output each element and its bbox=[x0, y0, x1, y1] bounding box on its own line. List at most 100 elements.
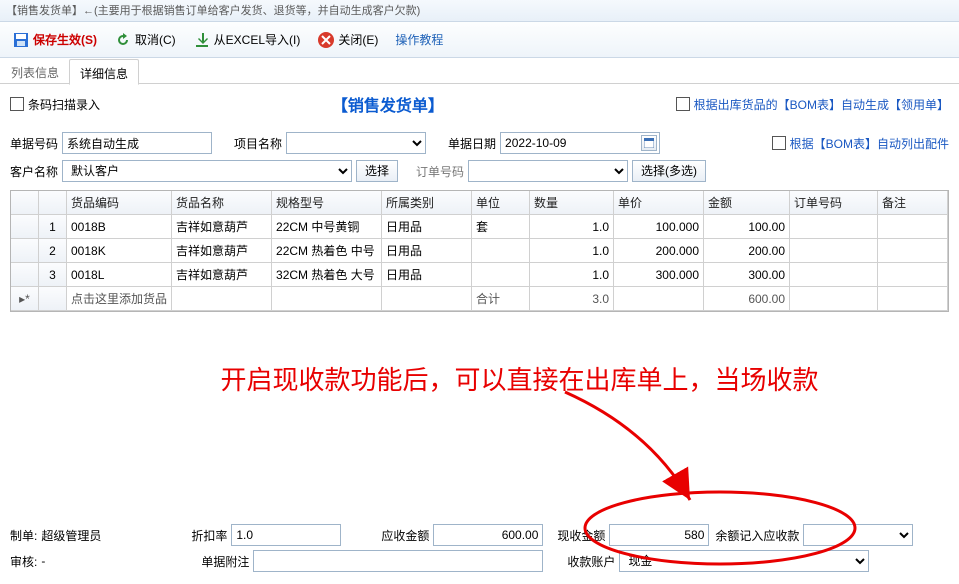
tab-detail-info[interactable]: 详细信息 bbox=[69, 59, 139, 85]
cell-order[interactable] bbox=[790, 215, 878, 239]
col-order[interactable]: 订单号码 bbox=[790, 191, 878, 215]
barcode-scan-label: 条码扫描录入 bbox=[28, 96, 100, 113]
due-amount-input[interactable] bbox=[433, 524, 543, 546]
detail-panel: 条码扫描录入 【销售发货单】 根据出库货品的【BOM表】自动生成【领用单】 单据… bbox=[0, 84, 959, 320]
col-code[interactable]: 货品编码 bbox=[67, 191, 172, 215]
col-name[interactable]: 货品名称 bbox=[172, 191, 272, 215]
bom-auto-gen-checkbox[interactable] bbox=[676, 97, 690, 111]
maker-value: 超级管理员 bbox=[41, 527, 101, 544]
customer-label: 客户名称 bbox=[10, 163, 58, 180]
calendar-icon[interactable] bbox=[641, 135, 657, 151]
doc-date-picker[interactable]: 2022-10-09 bbox=[500, 132, 660, 154]
discount-input[interactable] bbox=[231, 524, 341, 546]
bom-parts-checkbox[interactable] bbox=[772, 136, 786, 150]
account-select[interactable]: 现金 bbox=[619, 550, 869, 572]
doc-no-input[interactable] bbox=[62, 132, 212, 154]
save-icon bbox=[11, 30, 31, 50]
discount-label: 折扣率 bbox=[191, 527, 227, 544]
cell-code[interactable]: 0018L bbox=[67, 263, 172, 287]
cell-spec[interactable]: 32CM 热着色 大号 bbox=[272, 263, 382, 287]
table-row[interactable]: 20018K吉祥如意葫芦22CM 热着色 中号日用品1.0200.000200.… bbox=[11, 239, 948, 263]
auditor-label: 审核: bbox=[10, 553, 37, 570]
cell-price[interactable]: 300.000 bbox=[614, 263, 704, 287]
col-spec[interactable]: 规格型号 bbox=[272, 191, 382, 215]
add-item-row[interactable]: ▸*点击这里添加货品合计3.0600.00 bbox=[11, 287, 948, 311]
bom-parts-label[interactable]: 根据【BOM表】自动列出配件 bbox=[790, 135, 949, 152]
save-button[interactable]: 保存生效(S) bbox=[4, 25, 104, 55]
table-row[interactable]: 30018L吉祥如意葫芦32CM 热着色 大号日用品1.0300.000300.… bbox=[11, 263, 948, 287]
cell-qty[interactable]: 1.0 bbox=[530, 215, 614, 239]
cell-unit[interactable]: 套 bbox=[472, 215, 530, 239]
bom-auto-gen-label[interactable]: 根据出库货品的【BOM表】自动生成【领用单】 bbox=[694, 96, 949, 113]
sum-label: 合计 bbox=[472, 287, 530, 311]
maker-label: 制单: bbox=[10, 527, 37, 544]
row-index: 1 bbox=[39, 215, 67, 239]
cell-category[interactable]: 日用品 bbox=[382, 239, 472, 263]
cell-spec[interactable]: 22CM 中号黄铜 bbox=[272, 215, 382, 239]
cancel-button[interactable]: 取消(C) bbox=[106, 25, 183, 55]
cash-amount-input[interactable] bbox=[609, 524, 709, 546]
help-link[interactable]: 操作教程 bbox=[395, 31, 443, 48]
barcode-scan-checkbox[interactable] bbox=[10, 97, 24, 111]
order-no-label: 订单号码 bbox=[416, 163, 464, 180]
tab-list-info[interactable]: 列表信息 bbox=[0, 58, 70, 84]
cell-name[interactable]: 吉祥如意葫芦 bbox=[172, 215, 272, 239]
cell-amount[interactable]: 200.00 bbox=[704, 239, 790, 263]
col-unit[interactable]: 单位 bbox=[472, 191, 530, 215]
cell-remark[interactable] bbox=[878, 263, 948, 287]
cell-category[interactable]: 日用品 bbox=[382, 263, 472, 287]
col-remark[interactable]: 备注 bbox=[878, 191, 948, 215]
choose-order-multi-button[interactable]: 选择(多选) bbox=[632, 160, 706, 182]
undo-icon bbox=[113, 30, 133, 50]
cell-spec[interactable]: 22CM 热着色 中号 bbox=[272, 239, 382, 263]
col-qty[interactable]: 数量 bbox=[530, 191, 614, 215]
cell-unit[interactable] bbox=[472, 239, 530, 263]
cell-order[interactable] bbox=[790, 239, 878, 263]
footer-panel: 制单: 超级管理员 折扣率 应收金额 现收金额 余额记入应收款 审核: - 单据… bbox=[0, 518, 959, 584]
main-toolbar: 保存生效(S) 取消(C) 从EXCEL导入(I) 关闭(E) 操作教程 bbox=[0, 22, 959, 58]
grid-header-row: 货品编码 货品名称 规格型号 所属类别 单位 数量 单价 金额 订单号码 备注 bbox=[11, 191, 948, 215]
close-button[interactable]: 关闭(E) bbox=[309, 25, 385, 55]
due-amount-label: 应收金额 bbox=[381, 527, 429, 544]
order-no-select[interactable] bbox=[468, 160, 628, 182]
cell-order[interactable] bbox=[790, 263, 878, 287]
col-category[interactable]: 所属类别 bbox=[382, 191, 472, 215]
cell-qty[interactable]: 1.0 bbox=[530, 263, 614, 287]
note-input[interactable] bbox=[253, 550, 543, 572]
cell-name[interactable]: 吉祥如意葫芦 bbox=[172, 239, 272, 263]
col-amount[interactable]: 金额 bbox=[704, 191, 790, 215]
cell-category[interactable]: 日用品 bbox=[382, 215, 472, 239]
cash-amount-label: 现收金额 bbox=[557, 527, 605, 544]
annotation-text: 开启现收款功能后，可以直接在出库单上，当场收款 bbox=[120, 360, 919, 397]
choose-customer-button[interactable]: 选择 bbox=[356, 160, 398, 182]
items-grid[interactable]: 货品编码 货品名称 规格型号 所属类别 单位 数量 单价 金额 订单号码 备注 … bbox=[10, 190, 949, 312]
cell-amount[interactable]: 100.00 bbox=[704, 215, 790, 239]
cell-unit[interactable] bbox=[472, 263, 530, 287]
cell-amount[interactable]: 300.00 bbox=[704, 263, 790, 287]
cell-code[interactable]: 0018K bbox=[67, 239, 172, 263]
col-price[interactable]: 单价 bbox=[614, 191, 704, 215]
table-row[interactable]: 10018B吉祥如意葫芦22CM 中号黄铜日用品套1.0100.000100.0… bbox=[11, 215, 948, 239]
customer-select[interactable]: 默认客户 bbox=[62, 160, 352, 182]
close-icon bbox=[316, 30, 336, 50]
close-label: 关闭(E) bbox=[338, 31, 378, 48]
import-excel-button[interactable]: 从EXCEL导入(I) bbox=[185, 25, 308, 55]
cell-qty[interactable]: 1.0 bbox=[530, 239, 614, 263]
remain-label: 余额记入应收款 bbox=[715, 527, 799, 544]
add-item-hint[interactable]: 点击这里添加货品 bbox=[67, 287, 172, 311]
doc-no-label: 单据号码 bbox=[10, 135, 58, 152]
auditor-value: - bbox=[41, 554, 45, 568]
project-select[interactable] bbox=[286, 132, 426, 154]
note-label: 单据附注 bbox=[201, 553, 249, 570]
page-title: 【销售发货单】 bbox=[100, 92, 676, 116]
window-titlebar: 【销售发货单】←(主要用于根据销售订单给客户发货、退货等，并自动生成客户欠款) bbox=[0, 0, 959, 22]
cell-code[interactable]: 0018B bbox=[67, 215, 172, 239]
cell-remark[interactable] bbox=[878, 215, 948, 239]
doc-date-label: 单据日期 bbox=[448, 135, 496, 152]
cell-price[interactable]: 200.000 bbox=[614, 239, 704, 263]
cell-price[interactable]: 100.000 bbox=[614, 215, 704, 239]
cell-remark[interactable] bbox=[878, 239, 948, 263]
remain-select[interactable] bbox=[803, 524, 913, 546]
doc-date-value: 2022-10-09 bbox=[505, 136, 641, 150]
cell-name[interactable]: 吉祥如意葫芦 bbox=[172, 263, 272, 287]
